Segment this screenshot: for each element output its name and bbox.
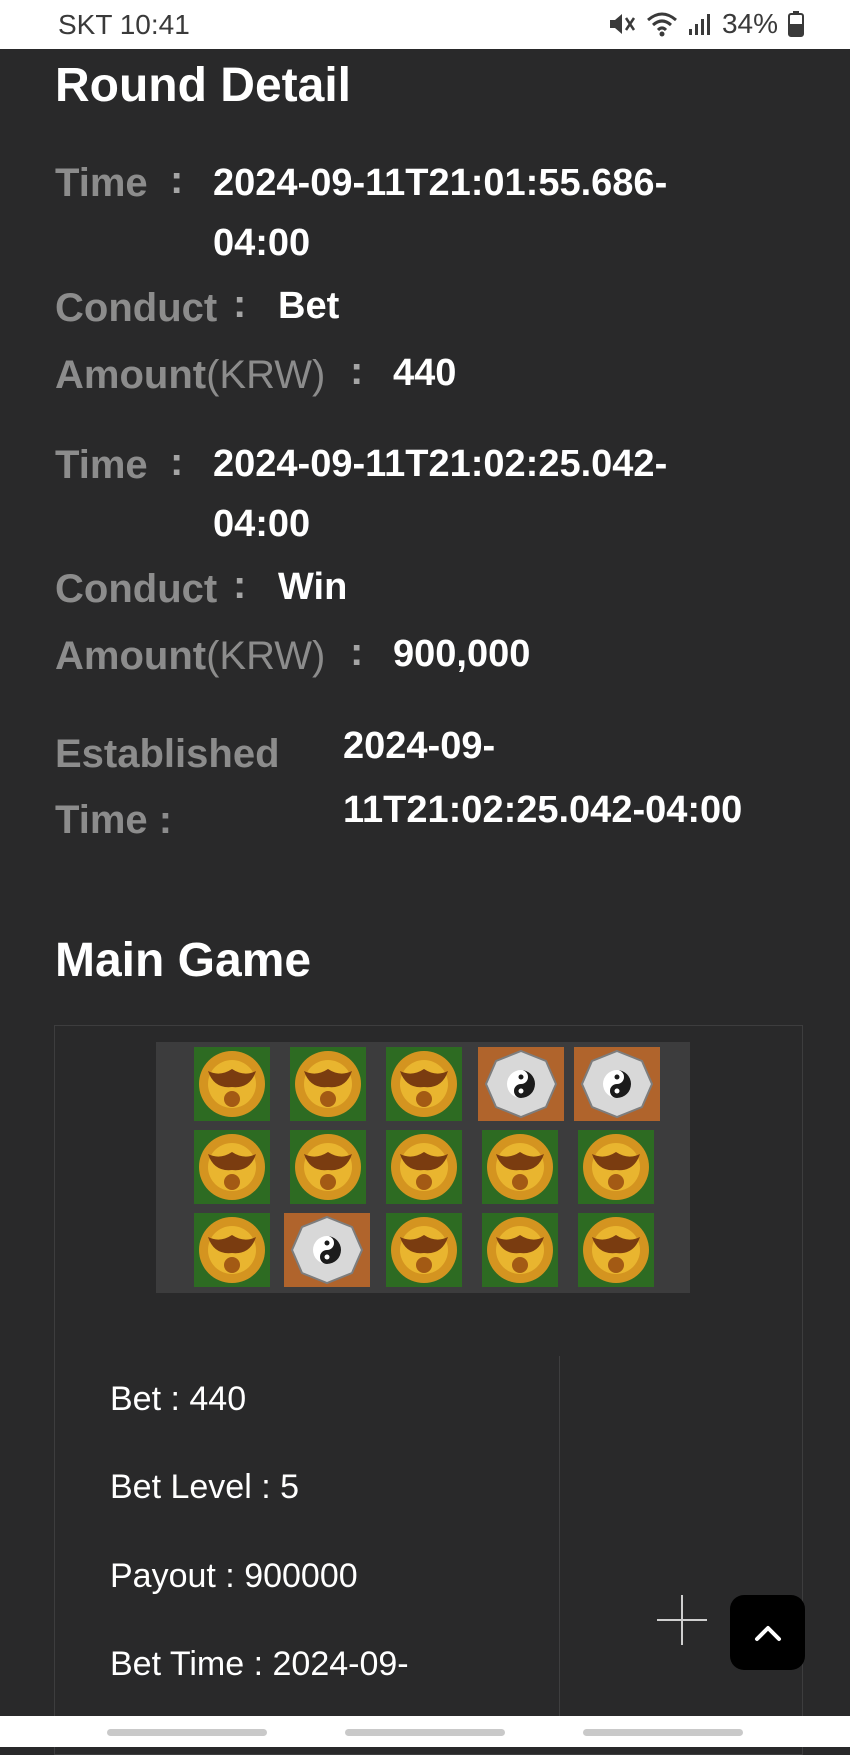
conduct-value: Win bbox=[278, 566, 348, 608]
chevron-up-icon bbox=[754, 1625, 781, 1641]
conduct-label: Conduct bbox=[55, 567, 218, 611]
bet-level-info: Bet Level : 5 bbox=[110, 1468, 300, 1506]
conduct-label: Conduct bbox=[55, 286, 218, 330]
bagua-icon bbox=[478, 1047, 564, 1121]
scroll-to-top-button[interactable] bbox=[730, 1595, 805, 1670]
bagua-icon bbox=[284, 1213, 370, 1287]
bat-coin-icon bbox=[194, 1130, 270, 1204]
bat-coin-icon bbox=[386, 1213, 462, 1287]
bat-coin-icon bbox=[578, 1130, 654, 1204]
bat-coin-icon bbox=[194, 1047, 270, 1121]
battery-icon bbox=[788, 11, 804, 37]
time-value: 2024-09-11T21:02:25.042- 04:00 bbox=[213, 443, 668, 545]
label-colon: : bbox=[350, 630, 364, 674]
bat-coin-icon bbox=[578, 1213, 654, 1287]
amount-label: Amount(KRW) bbox=[55, 634, 326, 678]
established-time-value: 2024-09- 11T21:02:25.042-04:00 bbox=[343, 725, 743, 831]
panel-divider bbox=[559, 1356, 560, 1747]
bat-coin-icon bbox=[386, 1047, 462, 1121]
round-detail-title: Round Detail bbox=[55, 59, 351, 112]
nav-recent-button[interactable] bbox=[107, 1729, 267, 1736]
bat-coin-icon bbox=[290, 1130, 366, 1204]
label-colon: : bbox=[170, 440, 184, 484]
nav-back-button[interactable] bbox=[583, 1729, 743, 1736]
label-colon: : bbox=[233, 282, 247, 326]
time-value: 2024-09-11T21:01:55.686- 04:00 bbox=[213, 162, 668, 264]
bat-coin-icon bbox=[290, 1047, 366, 1121]
signal-icon bbox=[688, 14, 710, 35]
established-time-label: Established Time : bbox=[55, 732, 280, 842]
expand-plus-icon[interactable] bbox=[657, 1595, 707, 1645]
time-label: Time bbox=[55, 161, 148, 205]
amount-value: 900,000 bbox=[393, 633, 531, 675]
label-colon: : bbox=[350, 349, 364, 393]
carrier-time: SKT 10:41 bbox=[58, 9, 190, 40]
main-game-title: Main Game bbox=[55, 934, 312, 987]
system-nav-bar bbox=[0, 1716, 850, 1747]
battery-percent: 34% bbox=[721, 8, 778, 39]
amount-value: 440 bbox=[393, 352, 457, 394]
bet-info: Bet : 440 bbox=[110, 1380, 247, 1418]
nav-home-button[interactable] bbox=[345, 1729, 505, 1736]
bat-coin-icon bbox=[482, 1213, 558, 1287]
label-colon: : bbox=[233, 563, 247, 607]
bat-coin-icon bbox=[386, 1130, 462, 1204]
mute-icon bbox=[609, 14, 635, 34]
reel-grid bbox=[156, 1042, 690, 1293]
bat-coin-icon bbox=[482, 1130, 558, 1204]
bet-time-info: Bet Time : 2024-09- bbox=[110, 1645, 409, 1683]
bat-coin-icon bbox=[194, 1213, 270, 1287]
payout-info: Payout : 900000 bbox=[110, 1557, 358, 1595]
label-colon: : bbox=[170, 158, 184, 202]
conduct-value: Bet bbox=[278, 285, 340, 327]
bagua-icon bbox=[574, 1047, 660, 1121]
amount-label: Amount(KRW) bbox=[55, 353, 326, 397]
wifi-icon bbox=[646, 12, 677, 37]
status-bar: SKT 10:41 34% bbox=[0, 0, 850, 49]
time-label: Time bbox=[55, 443, 148, 487]
